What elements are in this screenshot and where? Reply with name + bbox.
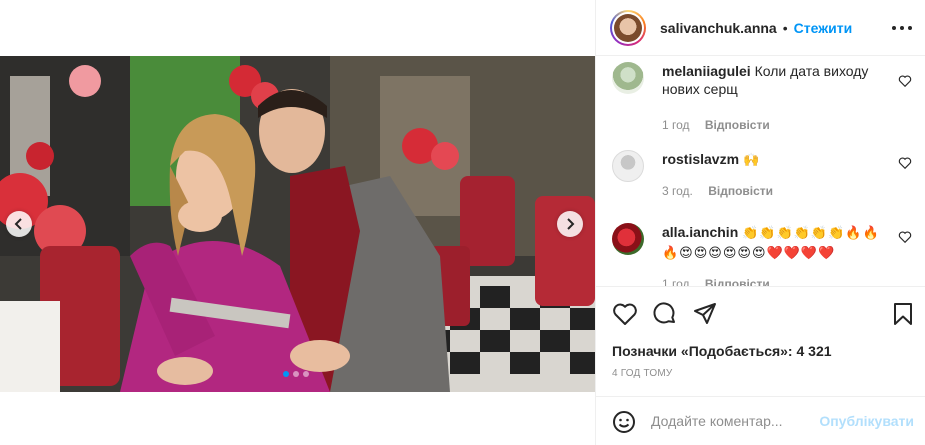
- heart-icon: [613, 303, 637, 325]
- comment-icon: [653, 302, 675, 324]
- chevron-left-icon: [14, 218, 22, 230]
- comment-time: 1 год: [662, 118, 690, 132]
- like-button[interactable]: [612, 301, 638, 327]
- commenter-avatar[interactable]: [612, 223, 644, 255]
- avatar-image: [614, 13, 642, 42]
- carousel-prev-button[interactable]: [6, 211, 32, 237]
- commenter-avatar[interactable]: [612, 150, 644, 182]
- carousel-dot: [283, 371, 289, 377]
- commenter-avatar[interactable]: [612, 62, 644, 94]
- post-header: salivanchuk.anna • Стежити: [596, 0, 925, 56]
- heart-icon: [898, 75, 912, 88]
- comment-input[interactable]: [651, 411, 811, 431]
- comment-time: 1 год: [662, 277, 690, 286]
- media-panel: [0, 0, 595, 445]
- likes-count[interactable]: Позначки «Подобається»: 4 321: [612, 343, 832, 359]
- emoji-icon: [613, 411, 635, 433]
- comment-item: rostislavzm 🙌 3 год. Відповісти: [612, 150, 912, 200]
- comment-text: 🙌: [742, 153, 761, 168]
- comment-button[interactable]: [652, 301, 678, 327]
- comment-composer: Опублікувати: [596, 396, 925, 445]
- carousel-dot: [303, 371, 309, 377]
- post-timestamp[interactable]: 4 год тому: [612, 368, 672, 379]
- comments-list[interactable]: melaniiagulei Коли дата виходу нових сер…: [596, 57, 925, 286]
- save-button[interactable]: [890, 301, 916, 327]
- carousel-dots: [283, 371, 309, 377]
- post-actions-bar: [596, 286, 925, 342]
- bookmark-icon: [894, 303, 912, 325]
- heart-icon: [898, 231, 912, 244]
- more-options-icon[interactable]: [892, 19, 912, 37]
- post-photo-image: [0, 56, 595, 392]
- comment-item: melaniiagulei Коли дата виходу нових сер…: [612, 62, 912, 142]
- post-side-panel: salivanchuk.anna • Стежити melaniiagulei…: [595, 0, 925, 445]
- heart-icon: [898, 157, 912, 170]
- comment-time: 3 год.: [662, 184, 693, 198]
- author-username[interactable]: salivanchuk.anna: [660, 20, 777, 36]
- reply-button[interactable]: Відповісти: [705, 277, 770, 286]
- comment-item: alla.ianchin 👏👏👏👏👏👏🔥🔥🔥😍😍😍😍😍😍❤️❤️❤️❤️ 1 г…: [612, 223, 912, 286]
- author-avatar[interactable]: [610, 9, 646, 46]
- comment-username[interactable]: alla.ianchin: [662, 224, 738, 240]
- carousel-dot: [293, 371, 299, 377]
- follow-button[interactable]: Стежити: [794, 20, 853, 36]
- emoji-picker-button[interactable]: [612, 410, 636, 434]
- reply-button[interactable]: Відповісти: [708, 184, 773, 198]
- comment-like-button[interactable]: [898, 74, 912, 88]
- comment-username[interactable]: melaniiagulei: [662, 63, 751, 79]
- post-photo[interactable]: [0, 56, 595, 392]
- chevron-right-icon: [567, 218, 575, 230]
- reply-button[interactable]: Відповісти: [705, 118, 770, 132]
- comment-username[interactable]: rostislavzm: [662, 151, 739, 167]
- comment-like-button[interactable]: [898, 156, 912, 170]
- comment-like-button[interactable]: [898, 230, 912, 244]
- post-comment-button[interactable]: Опублікувати: [819, 413, 914, 429]
- carousel-next-button[interactable]: [557, 211, 583, 237]
- header-separator: •: [782, 19, 788, 36]
- share-icon: [694, 303, 716, 324]
- share-button[interactable]: [692, 301, 718, 327]
